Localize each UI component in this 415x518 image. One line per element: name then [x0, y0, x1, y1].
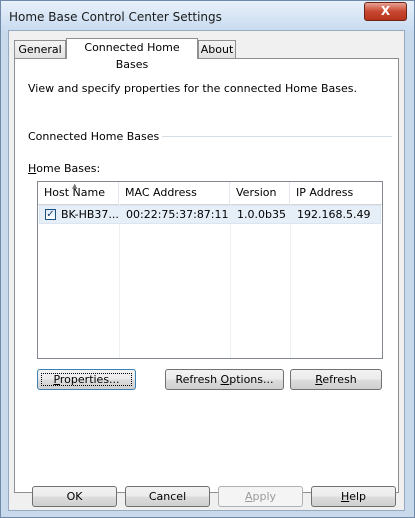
apply-button-accel: A	[244, 490, 253, 503]
column-mac-address-label: MAC Address	[125, 186, 197, 199]
list-header: ▲ Host Name MAC Address Version IP Addre…	[38, 182, 382, 205]
tab-about[interactable]: About	[198, 40, 236, 58]
refresh-options-button-accel: O	[220, 373, 230, 386]
properties-button[interactable]: Properties...	[37, 369, 136, 390]
dialog-client-area: General Connected Home Bases About View …	[8, 30, 405, 511]
tab-general[interactable]: General	[14, 40, 66, 58]
refresh-button-rest: efresh	[322, 373, 357, 386]
window-title: Home Base Control Center Settings	[9, 10, 222, 24]
refresh-options-button-rest: ptions...	[229, 373, 274, 386]
refresh-options-button[interactable]: Refresh Options...	[165, 369, 284, 390]
column-mac-address[interactable]: MAC Address	[119, 182, 230, 204]
help-button[interactable]: Help	[311, 486, 396, 507]
panel-description: View and specify properties for the conn…	[28, 82, 357, 95]
column-version-label: Version	[236, 186, 277, 199]
refresh-options-button-pre: Refresh	[175, 373, 221, 386]
column-version[interactable]: Version	[230, 182, 290, 204]
cancel-button[interactable]: Cancel	[125, 486, 210, 507]
checkbox-checked-icon[interactable]: ✓	[45, 209, 56, 220]
close-icon: X	[380, 4, 391, 18]
help-button-rest: elp	[349, 490, 367, 503]
column-host-name[interactable]: ▲ Host Name	[38, 182, 119, 204]
close-button[interactable]: X	[364, 2, 407, 21]
column-divider	[119, 204, 120, 358]
column-ip-address-label: IP Address	[296, 186, 354, 199]
cell-version: 1.0.0b35	[237, 208, 286, 221]
cell-host-name: BK-HB37...	[61, 208, 119, 221]
title-bar[interactable]: Home Base Control Center Settings X	[1, 1, 414, 31]
sort-ascending-icon: ▲	[72, 182, 78, 190]
table-row[interactable]: ✓ BK-HB37... 00:22:75:37:87:11 1.0.0b35 …	[39, 205, 381, 224]
help-button-accel: H	[340, 490, 350, 503]
home-bases-label-rest: ome Bases:	[36, 162, 101, 175]
apply-button[interactable]: Apply	[218, 486, 303, 507]
ok-button[interactable]: OK	[32, 486, 117, 507]
tab-connected-home-bases[interactable]: Connected Home Bases	[66, 38, 198, 71]
column-divider	[230, 204, 231, 358]
home-bases-label: Home Bases:	[28, 162, 100, 175]
focus-rectangle	[41, 373, 132, 386]
tab-panel: View and specify properties for the conn…	[14, 58, 399, 493]
column-divider	[290, 204, 291, 358]
dialog-window: Home Base Control Center Settings X Gene…	[0, 0, 415, 518]
home-bases-list[interactable]: ▲ Host Name MAC Address Version IP Addre…	[37, 181, 383, 359]
group-divider	[162, 136, 392, 137]
column-ip-address[interactable]: IP Address	[290, 182, 382, 204]
refresh-button[interactable]: Refresh	[290, 369, 382, 390]
cell-ip-address: 192.168.5.49	[297, 208, 371, 221]
apply-button-rest: pply	[252, 490, 277, 503]
group-label: Connected Home Bases	[28, 130, 160, 143]
cell-mac-address: 00:22:75:37:87:11	[126, 208, 229, 221]
